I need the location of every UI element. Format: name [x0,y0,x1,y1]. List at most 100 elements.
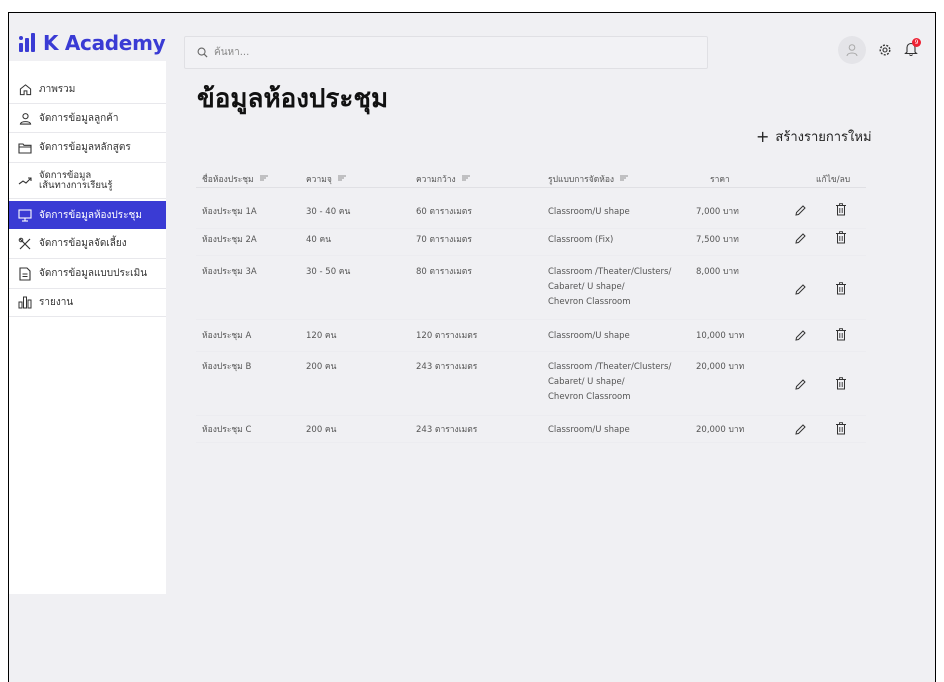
logo-bars-icon [19,33,39,53]
sidebar-item-label: รายงาน [39,297,74,308]
sort-icon[interactable] [337,174,346,184]
sidebar-item-evaluation[interactable]: จัดการข้อมูลแบบประเมิน [9,259,166,289]
sidebar-item-customers[interactable]: จัดการข้อมูลลูกค้า [9,104,166,133]
table-row: ห้องประชุม B 200 คน 243 ตารางเมตร Classr… [196,352,866,416]
delete-trash-icon[interactable] [834,230,848,244]
cell-price: 8,000 บาท [696,267,739,277]
cell-name: ห้องประชุม 2A [202,235,257,245]
cell-layout-line: Classroom /Theater/Clusters/ [548,267,672,277]
sidebar-item-meeting-rooms[interactable]: จัดการข้อมูลห้องประชุม [9,201,166,229]
cell-area: 120 ตารางเมตร [416,331,478,341]
table-row: ห้องประชุม 1A 30 - 40 คน 60 ตารางเมตร Cl… [196,202,866,229]
cell-layout-line: Classroom /Theater/Clusters/ [548,362,672,372]
cell-capacity: 120 คน [306,331,337,341]
create-new-label: สร้างรายการใหม่ [775,130,872,145]
column-header-label: ความกว้าง [416,175,456,185]
cell-name: ห้องประชุม B [202,362,252,372]
cell-layout-line: Chevron Classroom [548,297,631,307]
sidebar-item-label-line2: เส้นทางการเรียนรู้ [39,179,113,191]
delete-trash-icon[interactable] [834,376,848,390]
trend-icon [18,174,32,188]
sidebar-item-label: จัดการข้อมูลหลักสูตร [39,142,131,153]
header-actions: 9 [838,36,921,64]
cell-layout-line: Classroom/U shape [548,207,630,217]
column-header-name[interactable]: ชื่อห้องประชุม [202,172,268,186]
search-input[interactable]: ค้นหา... [214,45,249,60]
sort-icon[interactable] [461,174,470,184]
plus-icon: + [756,127,770,146]
sort-icon[interactable] [259,174,268,184]
delete-trash-icon[interactable] [834,327,848,341]
search-icon [197,43,208,62]
create-new-button[interactable]: + สร้างรายการใหม่ [756,126,872,147]
sidebar-item-courses[interactable]: จัดการข้อมูลหลักสูตร [9,133,166,163]
home-icon [18,82,32,96]
delete-trash-icon[interactable] [834,421,848,435]
table-row: ห้องประชุม C 200 คน 243 ตารางเมตร Classr… [196,416,866,443]
notification-badge: 9 [912,37,921,47]
cell-area: 70 ตารางเมตร [416,235,472,245]
document-icon [18,266,32,281]
column-header-label: ชื่อห้องประชุม [202,175,254,185]
sidebar-item-label-line1: จัดการข้อมูล [39,169,92,181]
edit-pencil-icon[interactable] [793,377,807,391]
column-header-label: แก้ไข/ลบ [816,175,851,185]
cell-area: 243 ตารางเมตร [416,425,478,435]
logo-text: K Academy [43,31,166,55]
cell-name: ห้องประชุม C [202,425,252,435]
cell-layout: Classroom /Theater/Clusters/ Cabaret/ U … [548,265,671,310]
column-header-area[interactable]: ความกว้าง [416,172,470,186]
cell-layout: Classroom (Fix) [548,233,613,247]
table-row: ห้องประชุม 3A 30 - 50 คน 80 ตารางเมตร Cl… [196,256,866,320]
cell-layout-line: Classroom/U shape [548,331,630,341]
search-bar[interactable]: ค้นหา... [184,36,708,69]
delete-trash-icon[interactable] [834,281,848,295]
bell-icon[interactable]: 9 [904,37,921,60]
cell-area: 60 ตารางเมตร [416,207,472,217]
edit-pencil-icon[interactable] [793,328,807,342]
sidebar-item-label: จัดการข้อมูลจัดเลี้ยง [39,238,127,249]
sidebar-item-overview[interactable]: ภาพรวม [9,75,166,104]
cell-name: ห้องประชุม 3A [202,267,257,277]
cell-capacity: 200 คน [306,362,337,372]
column-header-capacity[interactable]: ความจุ [306,172,346,186]
frame-border-right [935,12,936,682]
cell-layout-line: Classroom (Fix) [548,235,614,245]
sidebar-item-label: จัดการข้อมูลลูกค้า [39,112,119,124]
sidebar-item-label: จัดการข้อมูล เส้นทางการเรียนรู้ [39,169,113,191]
cell-layout-line: Cabaret/ U shape/ [548,282,625,292]
cell-area: 243 ตารางเมตร [416,362,478,372]
cell-layout: Classroom/U shape [548,423,630,437]
page-title: ข้อมูลห้องประชุม [197,84,389,114]
utensils-icon [18,237,32,251]
cell-layout: Classroom /Theater/Clusters/ Cabaret/ U … [548,360,671,405]
sidebar-item-label: จัดการข้อมูลแบบประเมิน [39,268,148,279]
edit-pencil-icon[interactable] [793,282,807,296]
cell-area: 80 ตารางเมตร [416,267,472,277]
edit-pencil-icon[interactable] [793,203,807,217]
column-header-label: ความจุ [306,175,332,185]
cell-layout-line: Chevron Classroom [548,392,631,402]
folder-icon [18,141,32,155]
logo[interactable]: K Academy [19,31,166,55]
gear-icon[interactable] [878,43,892,57]
column-header-layout[interactable]: รูปแบบการจัดห้อง [548,172,629,186]
avatar[interactable] [838,36,866,64]
cell-capacity: 40 คน [306,235,332,245]
delete-trash-icon[interactable] [834,202,848,216]
cell-layout-line: Cabaret/ U shape/ [548,377,625,387]
edit-pencil-icon[interactable] [793,422,807,436]
column-header-label: ราคา [710,175,730,185]
table-header: ชื่อห้องประชุม ความจุ ความกว้าง รูปแบบกา… [196,164,866,188]
cell-price: 7,000 บาท [696,207,739,217]
user-icon [18,111,32,125]
sidebar-item-learning-path[interactable]: จัดการข้อมูล เส้นทางการเรียนรู้ [9,163,166,199]
edit-pencil-icon[interactable] [793,231,807,245]
presentation-icon [18,208,32,222]
cell-name: ห้องประชุม A [202,331,252,341]
cell-layout: Classroom/U shape [548,205,630,219]
table-row: ห้องประชุม A 120 คน 120 ตารางเมตร Classr… [196,320,866,352]
sidebar-item-catering[interactable]: จัดการข้อมูลจัดเลี้ยง [9,229,166,259]
sidebar-item-reports[interactable]: รายงาน [9,289,166,317]
sort-icon[interactable] [620,174,629,184]
